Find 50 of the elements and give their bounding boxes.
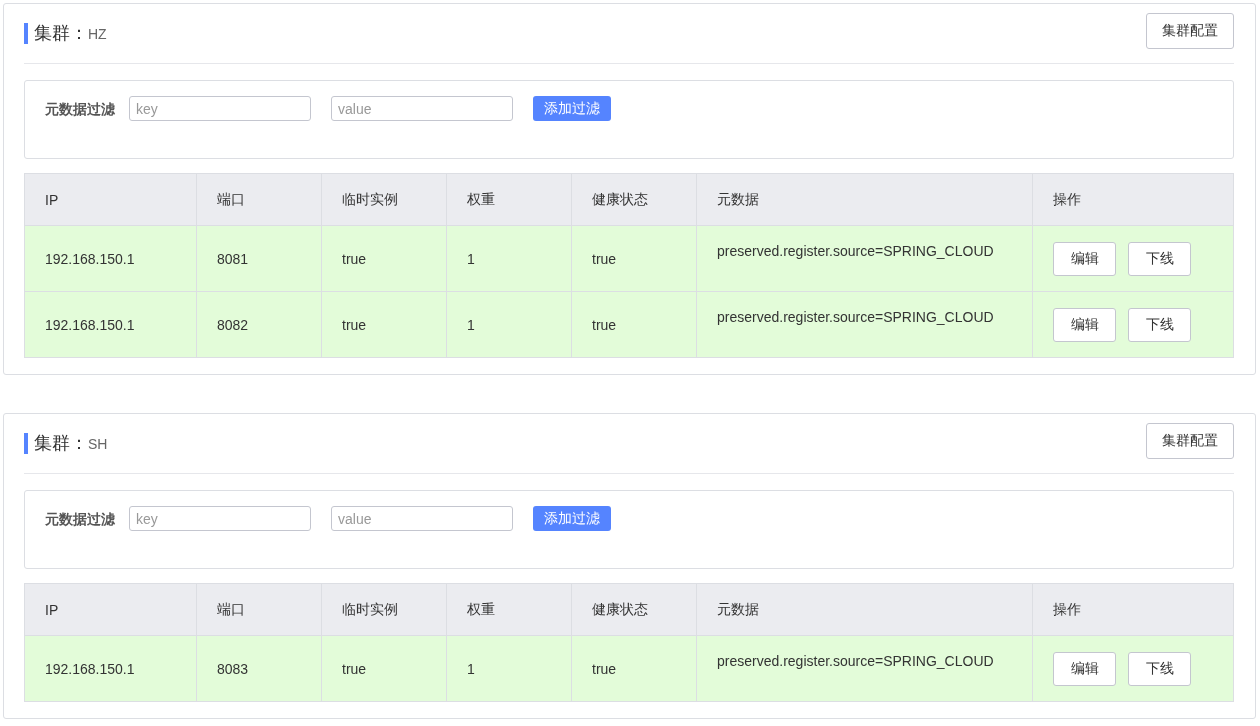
cluster-name: SH <box>88 435 108 454</box>
table-cell: true <box>571 635 697 702</box>
table-cell: 8082 <box>196 291 322 358</box>
table-cell: preserved.register.source=SPRING_CLOUD <box>696 225 1033 292</box>
column-header: 权重 <box>446 173 572 226</box>
offline-button[interactable]: 下线 <box>1128 241 1191 276</box>
table-cell: 192.168.150.1 <box>24 225 197 292</box>
table-cell: true <box>321 291 447 358</box>
column-header: IP <box>24 583 197 636</box>
column-header: 权重 <box>446 583 572 636</box>
edit-button[interactable]: 编辑 <box>1053 307 1116 342</box>
cluster-title: 集群： <box>34 433 88 453</box>
value-input-field[interactable]: value <box>331 506 513 531</box>
key-input-field[interactable]: key <box>129 506 311 531</box>
table-cell: true <box>321 225 447 292</box>
table-cell: 1 <box>446 225 572 292</box>
cluster-name: HZ <box>88 25 107 44</box>
column-header: 健康状态 <box>571 583 697 636</box>
column-header: 元数据 <box>696 583 1033 636</box>
key-input-field[interactable]: key <box>129 96 311 121</box>
table-cell: true <box>571 291 697 358</box>
table-cell: 8081 <box>196 225 322 292</box>
edit-button[interactable]: 编辑 <box>1053 651 1116 686</box>
column-header: 临时实例 <box>321 173 447 226</box>
cluster-config-button[interactable]: 集群配置 <box>1146 422 1234 459</box>
table-cell: 192.168.150.1 <box>24 635 197 702</box>
column-header: 端口 <box>196 583 322 636</box>
column-header: IP <box>24 173 197 226</box>
cluster-config-button[interactable]: 集群配置 <box>1146 12 1234 49</box>
table-cell: preserved.register.source=SPRING_CLOUD <box>696 291 1033 358</box>
column-header: 操作 <box>1032 583 1234 636</box>
cluster-title: 集群： <box>34 23 88 43</box>
column-header: 操作 <box>1032 173 1234 226</box>
filter-label: 元数据过滤 <box>45 100 115 119</box>
column-header: 临时实例 <box>321 583 447 636</box>
table-cell: 1 <box>446 291 572 358</box>
filter-label: 元数据过滤 <box>45 510 115 529</box>
table-cell: 1 <box>446 635 572 702</box>
table-cell: preserved.register.source=SPRING_CLOUD <box>696 635 1033 702</box>
column-header: 健康状态 <box>571 173 697 226</box>
table-cell: true <box>321 635 447 702</box>
table-cell: 192.168.150.1 <box>24 291 197 358</box>
table-cell: 8083 <box>196 635 322 702</box>
offline-button[interactable]: 下线 <box>1128 651 1191 686</box>
value-input-field[interactable]: value <box>331 96 513 121</box>
column-header: 元数据 <box>696 173 1033 226</box>
column-header: 端口 <box>196 173 322 226</box>
edit-button[interactable]: 编辑 <box>1053 241 1116 276</box>
table-cell: true <box>571 225 697 292</box>
offline-button[interactable]: 下线 <box>1128 307 1191 342</box>
